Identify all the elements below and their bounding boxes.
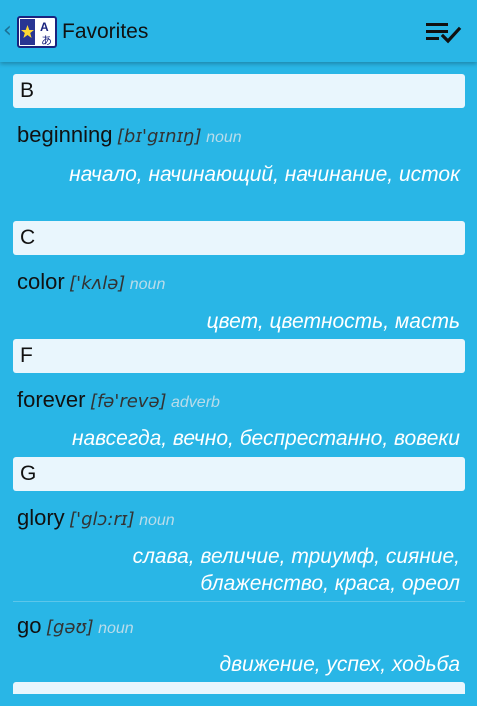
list-item-glory[interactable]: glory ['glɔ:rɪ] noun (17, 504, 175, 532)
entry-part-of-speech: noun (129, 276, 166, 293)
list-item-go[interactable]: go [gəʊ] noun (17, 612, 134, 640)
entry-meaning: движение, успех, ходьба (219, 653, 460, 676)
favorites-list[interactable]: B beginning [bɪ'gɪnɪŋ] noun начало, начи… (0, 62, 477, 694)
entry-meaning: слава, величие, триумф, сияние, блаженст… (132, 545, 460, 595)
list-item-beginning[interactable]: beginning [bɪ'gɪnɪŋ] noun (17, 121, 242, 149)
section-header-c: C (13, 221, 465, 255)
app-bar: ‹ A あ Favorites (0, 0, 477, 62)
entry-transcription: [fə'revə] (89, 391, 167, 412)
back-chevron-icon[interactable]: ‹ (3, 18, 13, 44)
list-item-forever[interactable]: forever [fə'revə] adverb (17, 386, 220, 414)
entry-meaning: цвет, цветность, масть (206, 310, 460, 333)
entry-part-of-speech: noun (206, 129, 242, 146)
entry-meaning: начало, начинающий, начинание, исток (69, 163, 460, 186)
dictionary-logo-icon[interactable]: A あ (17, 16, 57, 48)
entry-transcription: ['kʌlə] (69, 273, 126, 294)
entry-word: glory (17, 505, 65, 530)
bottom-edge (0, 694, 477, 706)
entry-transcription: [bɪ'gɪnɪŋ] (116, 126, 202, 147)
entry-word: beginning (17, 122, 113, 147)
entry-word: color (17, 269, 65, 294)
entry-transcription: ['glɔ:rɪ] (69, 509, 135, 530)
entry-part-of-speech: noun (98, 620, 134, 637)
logo-letter-a: A (40, 20, 49, 34)
logo-letter-hiragana: あ (41, 34, 52, 47)
section-header-f: F (13, 339, 465, 373)
section-header-g: G (13, 457, 465, 491)
entry-meaning: навсегда, вечно, беспрестанно, вовеки (71, 427, 460, 450)
divider (13, 601, 465, 602)
section-header-b: B (13, 74, 465, 108)
entry-transcription: [gəʊ] (45, 617, 94, 638)
list-check-icon[interactable] (424, 18, 464, 46)
list-item-color[interactable]: color ['kʌlə] noun (17, 268, 165, 296)
entry-part-of-speech: adverb (171, 394, 220, 411)
entry-word: go (17, 613, 42, 638)
section-header-partial (13, 682, 465, 694)
entry-word: forever (17, 387, 86, 412)
page-title: Favorites (62, 20, 149, 43)
entry-part-of-speech: noun (139, 512, 175, 529)
